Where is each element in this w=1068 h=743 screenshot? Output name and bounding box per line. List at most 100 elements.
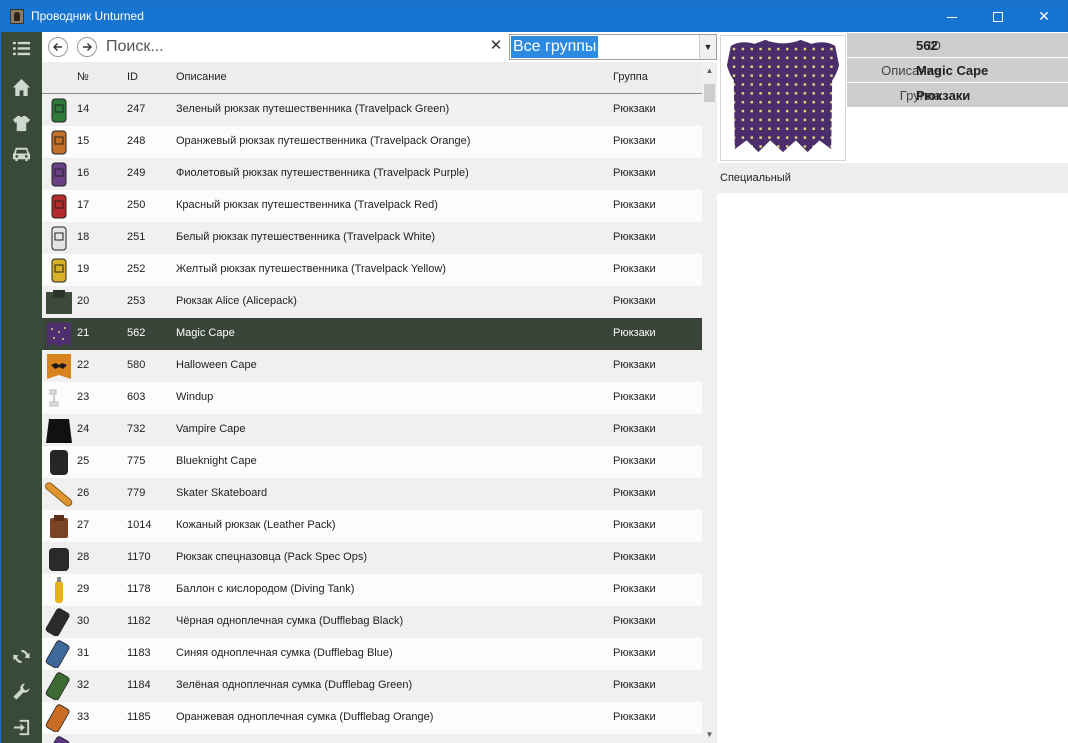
sidebar-exit-button[interactable]: [1, 711, 42, 743]
arrow-right-icon: [83, 43, 92, 51]
table-row[interactable]: 16 249 Фиолетовый рюкзак путешественника (…: [42, 158, 702, 190]
sidebar-clothing-button[interactable]: [1, 107, 42, 139]
sidebar-tools-button[interactable]: [1, 675, 42, 707]
minimize-icon: [947, 16, 957, 18]
row-number: 21: [77, 327, 90, 339]
column-header-id[interactable]: ID: [127, 71, 138, 83]
row-number: 16: [77, 167, 90, 179]
row-id: 247: [127, 103, 146, 115]
table-row[interactable]: 30 1182 Чёрная одноплечная сумка (Duffleba…: [42, 606, 702, 638]
row-group: Рюкзаки: [613, 135, 656, 147]
travelpack-green-icon: [51, 98, 67, 123]
arrow-left-icon: [53, 43, 62, 51]
exit-icon: [13, 719, 30, 735]
row-group: Рюкзаки: [613, 327, 656, 339]
blueknight-cape-icon: [50, 450, 68, 475]
table-row[interactable]: 23 603 Windup Рюкзаки: [42, 382, 702, 414]
column-header-group[interactable]: Группа: [613, 71, 648, 83]
row-description: Рюкзак спецназовца (Pack Spec Ops): [176, 551, 367, 563]
alicepack-icon: [46, 290, 72, 314]
table-row[interactable]: 31 1183 Синяя одноплечная сумка (Dufflebag…: [42, 638, 702, 670]
row-number: 26: [77, 487, 90, 499]
table-row[interactable]: 32 1184 Зелёная одноплечная сумка (Duffleb…: [42, 670, 702, 702]
sidebar: [1, 32, 42, 743]
table-row[interactable]: 25 775 Blueknight Cape Рюкзаки: [42, 446, 702, 478]
minimize-button[interactable]: [929, 1, 975, 32]
row-id: 251: [127, 231, 146, 243]
row-id: 1184: [127, 679, 151, 691]
table-row[interactable]: 18 251 Белый рюкзак путешественника (Trave…: [42, 222, 702, 254]
table-row[interactable]: 33 1185 Оранжевая одноплечная сумка (Duffl…: [42, 702, 702, 734]
row-id: 248: [127, 135, 146, 147]
table-row[interactable]: 17 250 Красный рюкзак путешественника (Tra…: [42, 190, 702, 222]
skateboard-icon: [45, 482, 73, 507]
row-group: Рюкзаки: [613, 391, 656, 403]
row-number: 23: [77, 391, 90, 403]
forward-button[interactable]: [77, 37, 97, 57]
dufflebag-green-icon: [45, 672, 70, 700]
table-row[interactable]: 19 252 Желтый рюкзак путешественника (Trav…: [42, 254, 702, 286]
table-row[interactable]: 26 779 Skater Skateboard Рюкзаки: [42, 478, 702, 510]
search-input[interactable]: [106, 35, 486, 59]
row-group: Рюкзаки: [613, 199, 656, 211]
app-logo-icon: [10, 9, 24, 24]
sidebar-list-button[interactable]: [1, 32, 42, 64]
property-description-value: Magic Cape: [916, 63, 989, 78]
magic-cape-icon: [726, 39, 840, 153]
row-id: 580: [127, 359, 146, 371]
scrollbar-thumb[interactable]: [704, 84, 715, 102]
special-section-header[interactable]: Специальный: [717, 163, 1068, 193]
close-icon: ✕: [1038, 8, 1050, 24]
table-row[interactable]: 21 562 Magic Cape Рюкзаки: [42, 318, 702, 350]
table-scrollbar[interactable]: ▲ ▼: [702, 62, 717, 743]
dufflebag-orange-icon: [45, 704, 70, 732]
property-id: ID 562: [847, 33, 1068, 57]
row-group: Рюкзаки: [613, 583, 656, 595]
close-button[interactable]: ✕: [1021, 1, 1067, 32]
table-row[interactable]: 28 1170 Рюкзак спецназовца (Pack Spec Ops)…: [42, 542, 702, 574]
special-section-label: Специальный: [720, 172, 791, 184]
table-row[interactable]: 24 732 Vampire Cape Рюкзаки: [42, 414, 702, 446]
property-id-value: 562: [916, 38, 938, 53]
table-row[interactable]: 27 1014 Кожаный рюкзак (Leather Pack) Рюкза…: [42, 510, 702, 542]
row-id: 779: [127, 487, 146, 499]
table-row[interactable]: 15 248 Оранжевый рюкзак путешественника (T…: [42, 126, 702, 158]
scroll-up-icon[interactable]: ▲: [702, 62, 717, 79]
column-header-description[interactable]: Описание: [176, 71, 227, 83]
row-id: 1183: [127, 647, 151, 659]
row-description: Рюкзак Alice (Alicepack): [176, 295, 297, 307]
table-row[interactable]: 14 247 Зеленый рюкзак путешественника (Tra…: [42, 94, 702, 126]
row-id: 1185: [127, 711, 151, 723]
row-description: Белый рюкзак путешественника (Travelpack…: [176, 231, 436, 243]
table-row[interactable]: 20 253 Рюкзак Alice (Alicepack) Рюкзаки: [42, 286, 702, 318]
sidebar-vehicles-button[interactable]: [1, 137, 42, 169]
row-number: 19: [77, 263, 90, 275]
row-description: Баллон с кислородом (Diving Tank): [176, 583, 355, 595]
row-id: 250: [127, 199, 146, 211]
scroll-down-icon[interactable]: ▼: [702, 726, 717, 743]
row-number: 25: [77, 455, 90, 467]
maximize-button[interactable]: [975, 1, 1021, 32]
sidebar-home-button[interactable]: [1, 71, 42, 103]
column-header-num[interactable]: №: [77, 71, 89, 83]
row-description: Halloween Cape: [176, 359, 257, 371]
clear-search-button[interactable]: ✕: [488, 38, 504, 54]
group-filter-select[interactable]: Все группы ▼: [509, 34, 717, 60]
row-id: 1182: [127, 615, 151, 627]
wrench-icon: [13, 682, 30, 700]
diving-tank-icon: [55, 577, 63, 603]
property-group-value: Рюкзаки: [916, 88, 971, 103]
table-row[interactable]: 29 1178 Баллон с кислородом (Diving Tank) Р…: [42, 574, 702, 606]
table-row[interactable]: [42, 734, 702, 743]
table-row[interactable]: 22 580 Halloween Cape Рюкзаки: [42, 350, 702, 382]
table-header: № ID Описание Группа: [42, 62, 702, 94]
sidebar-refresh-button[interactable]: [1, 640, 42, 672]
magic-cape-icon: [47, 323, 71, 347]
row-description: Кожаный рюкзак (Leather Pack): [176, 519, 336, 531]
back-button[interactable]: [48, 37, 68, 57]
chevron-down-icon[interactable]: ▼: [699, 35, 716, 59]
row-id: 252: [127, 263, 146, 275]
title-bar[interactable]: Проводник Unturned ✕: [1, 1, 1067, 32]
leather-pack-icon: [50, 515, 68, 538]
windup-icon: [49, 389, 59, 407]
